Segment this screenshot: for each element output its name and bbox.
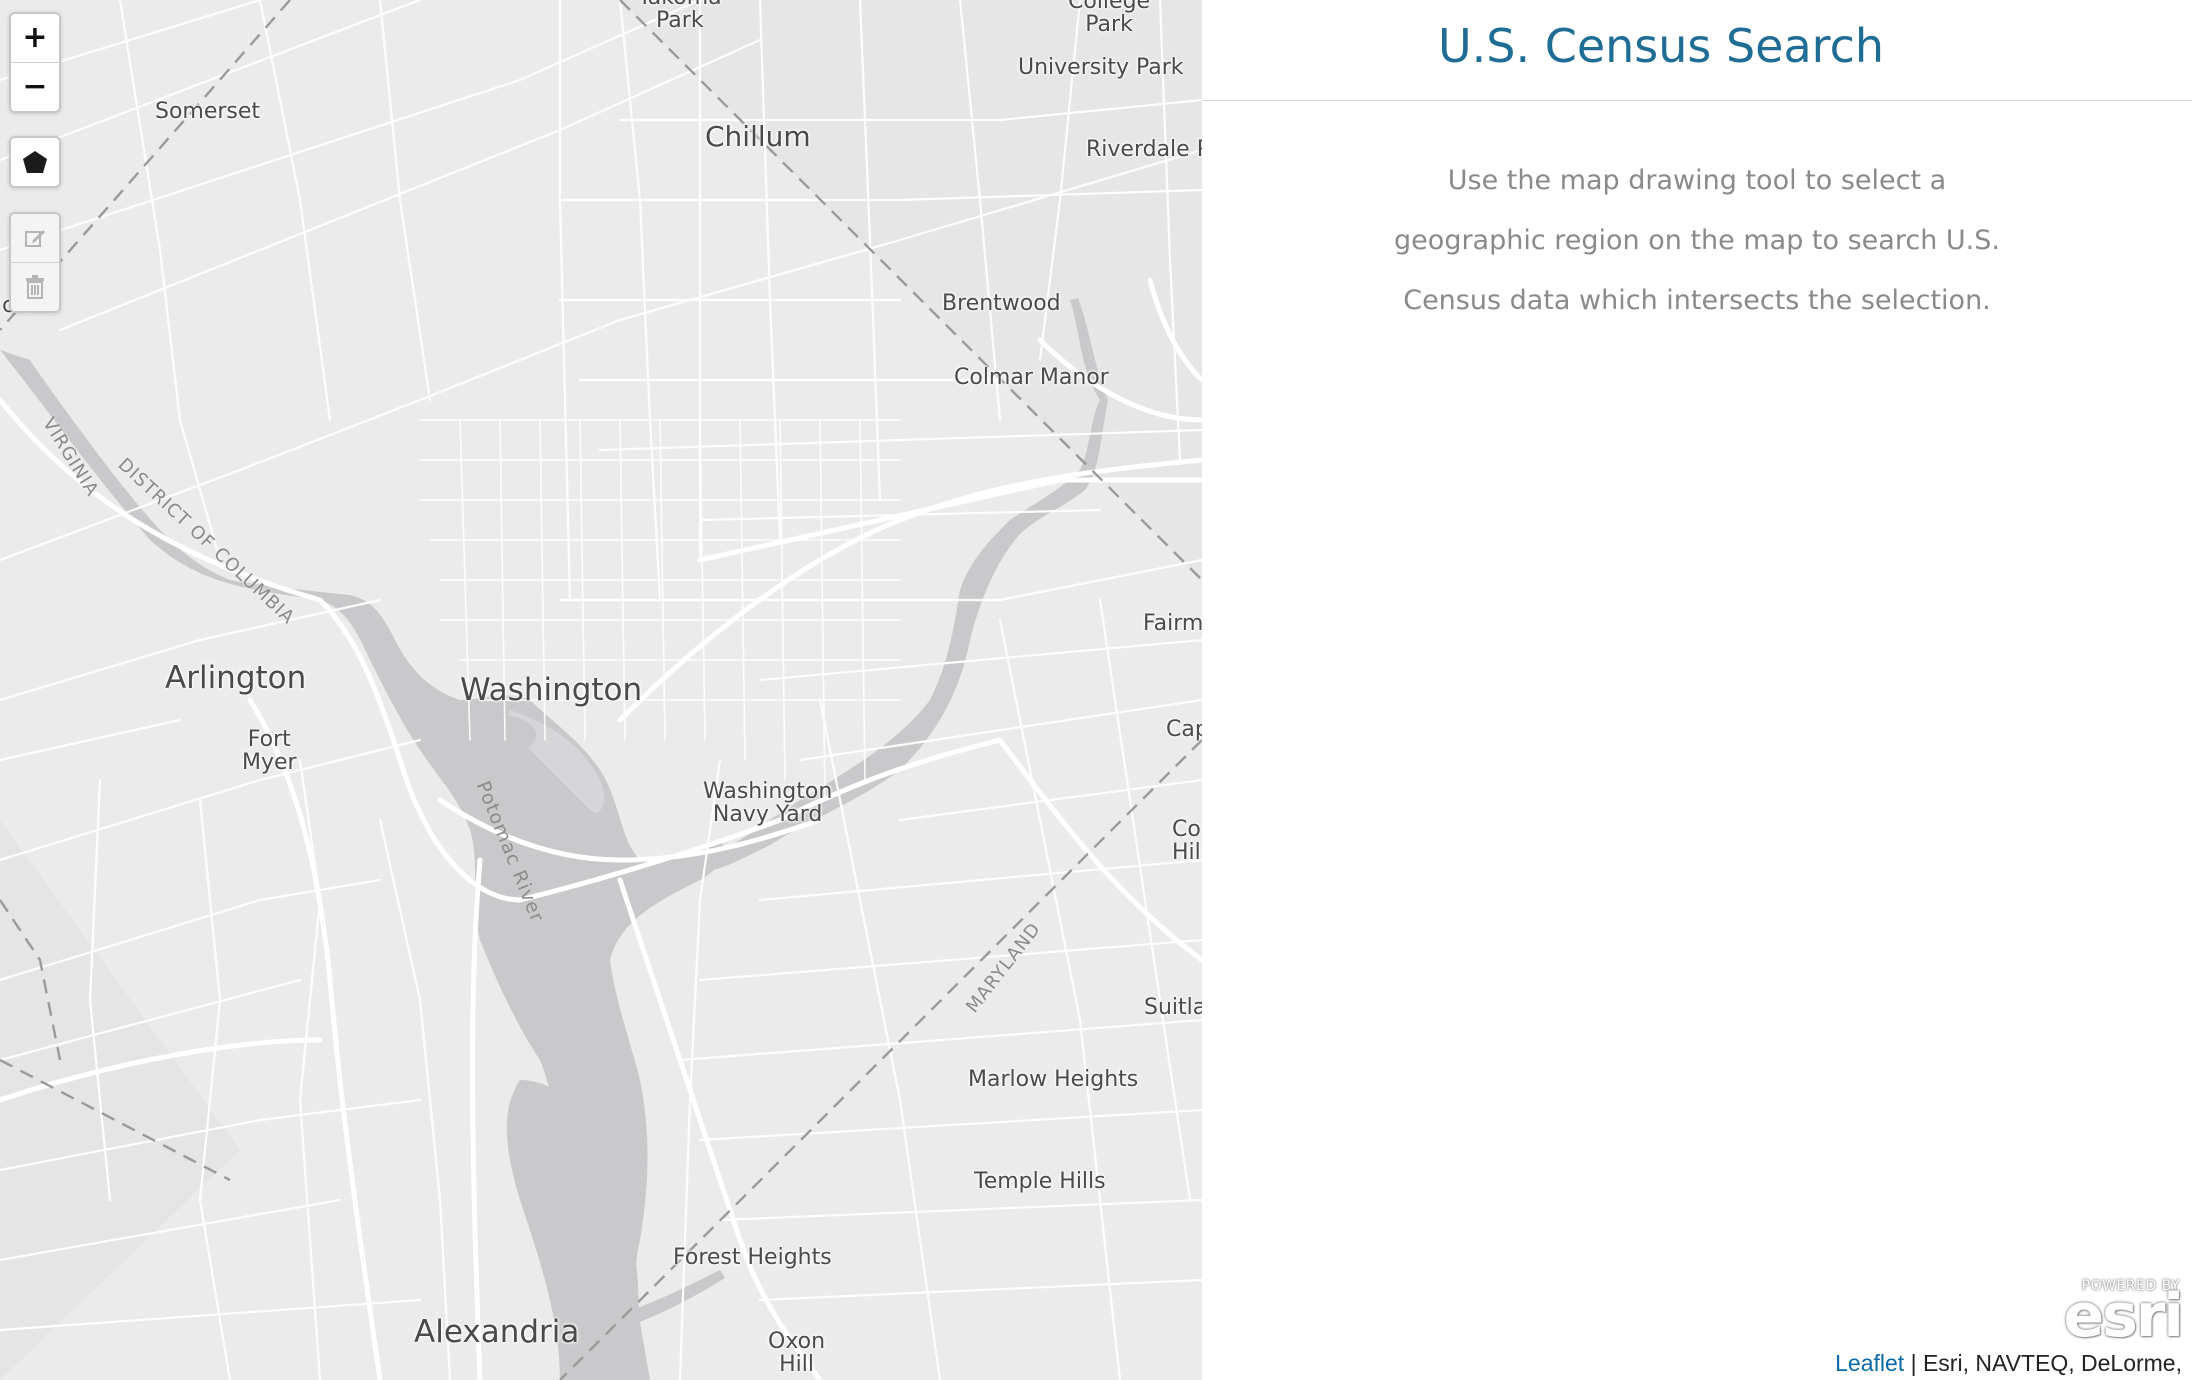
place-label-somerset: Somerset — [155, 99, 261, 124]
draw-polygon-button[interactable] — [11, 138, 59, 186]
zoom-out-button[interactable]: − — [11, 62, 59, 111]
place-label-alexandria: Alexandria — [414, 1314, 580, 1350]
place-label-fairmount: Fairm — [1143, 611, 1202, 636]
polygon-icon — [23, 151, 47, 173]
zoom-control: + − — [9, 12, 61, 113]
page-title: U.S. Census Search — [1437, 19, 1885, 73]
place-label-navy-yard: Washington Navy Yard — [703, 779, 833, 828]
zoom-in-button[interactable]: + — [11, 14, 59, 62]
place-label-forest-heights: Forest Heights — [673, 1245, 832, 1270]
place-label-washington: Washington — [460, 672, 643, 708]
place-label-suitland: Suitla — [1144, 995, 1202, 1020]
place-label-college-park: College Park — [1068, 0, 1151, 38]
draw-toolbar — [9, 136, 61, 188]
leaflet-link[interactable]: Leaflet — [1835, 1350, 1904, 1376]
place-label-oxon-hill: Oxon Hill — [768, 1329, 826, 1378]
map-view[interactable]: TakomaPark CollegePark University Park S… — [0, 0, 1202, 1380]
place-label-marlow-heights: Marlow Heights — [968, 1067, 1139, 1092]
place-label-coral-hills: Co Hil — [1172, 817, 1201, 866]
place-label-capitol: Cap — [1166, 717, 1202, 742]
esri-logo: POWERED BY esri — [2063, 1278, 2188, 1346]
map-attribution: Leaflet | Esri, NAVTEQ, DeLorme, — [1831, 1346, 2186, 1380]
place-label-university-park: University Park — [1018, 55, 1184, 80]
esri-wordmark: esri — [2063, 1281, 2184, 1351]
instructions-text: Use the map drawing tool to select a geo… — [1394, 165, 2000, 316]
edit-toolbar — [9, 212, 61, 313]
place-label-arlington: Arlington — [165, 660, 307, 696]
place-label-takoma-park: TakomaPark — [638, 0, 722, 34]
edit-layers-button[interactable] — [11, 214, 59, 262]
place-label-chillum: Chillum — [705, 120, 811, 153]
trash-icon — [26, 275, 44, 299]
place-label-temple-hills: Temple Hills — [974, 1169, 1106, 1194]
attribution-sources: Esri, NAVTEQ, DeLorme, — [1922, 1350, 2182, 1376]
sidebar-panel: U.S. Census Search Use the map drawing t… — [1202, 0, 2192, 1380]
delete-layers-button[interactable] — [11, 262, 59, 311]
place-label-brentwood: Brentwood — [942, 291, 1061, 316]
app-root: TakomaPark CollegePark University Park S… — [0, 0, 2192, 1380]
sidebar-header: U.S. Census Search — [1202, 0, 2192, 101]
place-label-riverdale: Riverdale P — [1086, 137, 1202, 162]
place-label-fort-myer: Fort Myer — [242, 727, 297, 776]
attribution-separator: | — [1904, 1350, 1923, 1376]
edit-icon — [25, 230, 45, 247]
place-label-colmar-manor: Colmar Manor — [954, 365, 1109, 390]
